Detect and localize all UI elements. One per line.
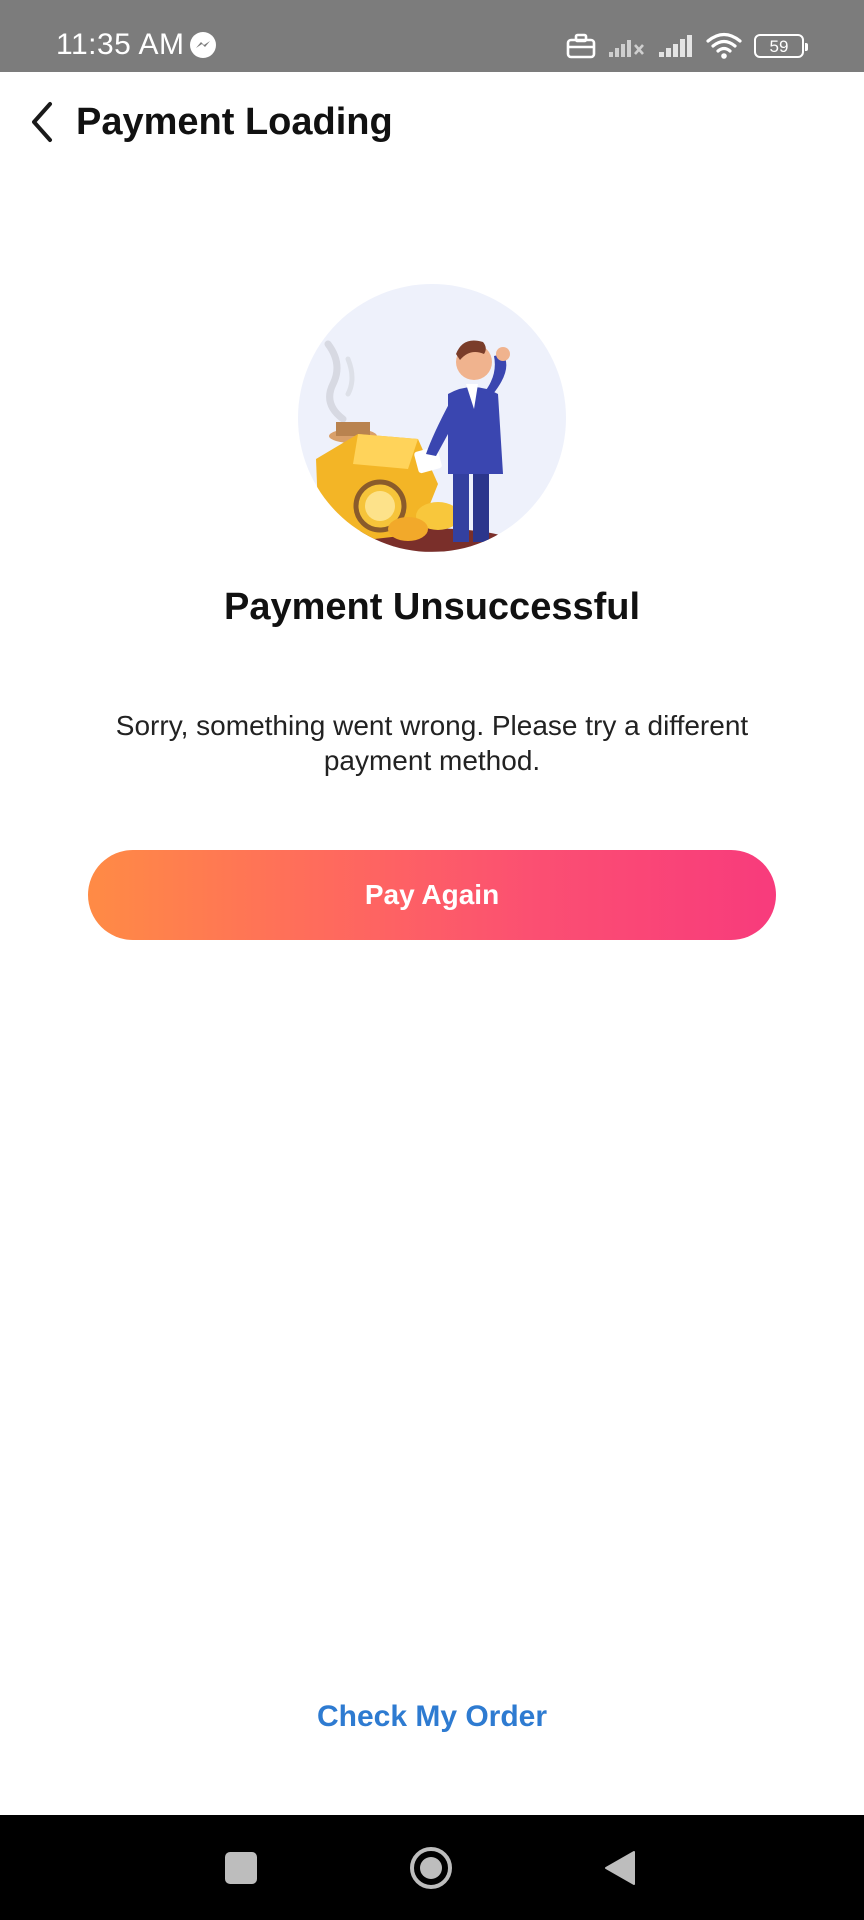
pay-again-button[interactable]: Pay Again <box>88 850 776 940</box>
battery-icon: 59 <box>754 34 808 58</box>
chevron-left-icon[interactable] <box>22 96 62 148</box>
home-circle-icon[interactable] <box>409 1846 453 1890</box>
result-title: Payment Unsuccessful <box>223 586 641 628</box>
status-icons: 59 <box>566 30 808 62</box>
check-my-order-link[interactable]: Check My Order <box>0 1700 864 1734</box>
back-triangle-icon[interactable] <box>602 1849 638 1887</box>
messenger-icon <box>190 32 216 58</box>
battery-level: 59 <box>769 36 789 56</box>
pay-again-label: Pay Again <box>364 879 500 910</box>
app-header: Payment Loading <box>0 72 864 178</box>
status-time: 11:35 AM <box>56 28 185 61</box>
signal-off-icon <box>609 40 644 57</box>
result-message: Sorry, something went wrong. Please try … <box>115 710 749 776</box>
page-title: Payment Loading <box>76 101 393 143</box>
work-profile-icon <box>566 33 596 59</box>
status-bar: 11:35 AM 59 <box>0 0 864 72</box>
signal-icon <box>659 35 692 57</box>
wifi-icon <box>706 32 742 59</box>
recents-square-icon[interactable] <box>225 1852 257 1884</box>
payment-failed-illustration <box>298 284 566 552</box>
